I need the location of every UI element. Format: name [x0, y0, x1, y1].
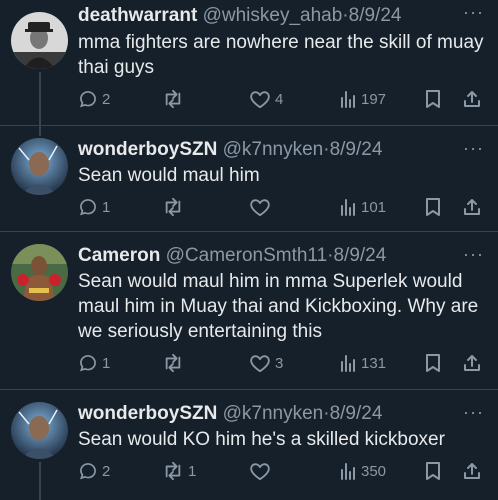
bookmark-button[interactable] [424, 350, 442, 376]
share-button[interactable] [462, 458, 482, 484]
views-button[interactable]: 197 [339, 86, 386, 112]
reply-button[interactable]: 1 [78, 194, 110, 220]
tweet-header: deathwarrant @whiskey_ahab·8/9/24 [78, 4, 458, 28]
like-button[interactable]: 4 [249, 86, 283, 112]
reply-icon [78, 461, 98, 481]
reply-icon [78, 353, 98, 373]
heart-icon [249, 89, 271, 109]
timestamp[interactable]: 8/9/24 [330, 403, 383, 424]
views-button[interactable]: 350 [339, 458, 386, 484]
view-count: 101 [361, 198, 387, 216]
tweet-header: wonderboySZN @k7nnyken·8/9/24 [78, 138, 458, 162]
tweet-text: Sean would KO him he's a skilled kickbox… [78, 429, 445, 450]
like-count: 4 [275, 90, 284, 108]
share-button[interactable] [462, 86, 482, 112]
tweet-header: wonderboySZN @k7nnyken·8/9/24 [78, 402, 458, 426]
views-icon [339, 197, 357, 217]
avatar[interactable] [11, 12, 68, 69]
retweet-button[interactable] [162, 350, 188, 376]
avatar[interactable] [11, 138, 68, 195]
reply-icon [78, 197, 98, 217]
display-name[interactable]: deathwarrant [78, 5, 197, 26]
bookmark-button[interactable] [424, 194, 442, 220]
bookmark-button[interactable] [424, 86, 442, 112]
retweet-count: 1 [188, 462, 197, 480]
like-button[interactable]: 3 [249, 350, 283, 376]
share-icon [462, 197, 482, 217]
bookmark-button[interactable] [424, 458, 442, 484]
bookmark-icon [424, 461, 442, 481]
more-options-icon[interactable]: ··· [463, 244, 484, 265]
tweet[interactable]: deathwarrant @whiskey_ahab·8/9/24 ··· mm… [0, 0, 498, 126]
more-options-icon[interactable]: ··· [463, 2, 484, 23]
view-count: 131 [361, 354, 387, 372]
display-name[interactable]: wonderboySZN [78, 403, 217, 424]
retweet-icon [162, 89, 184, 109]
tweet-text: Sean would maul him in mma Superlek woul… [78, 271, 479, 342]
reply-icon [78, 89, 98, 109]
avatar[interactable] [11, 244, 68, 301]
share-icon [462, 89, 482, 109]
tweet[interactable]: wonderboySZN @k7nnyken·8/9/24 ··· Sean w… [0, 126, 498, 232]
avatar[interactable] [11, 402, 68, 459]
display-name[interactable]: Cameron [78, 245, 160, 266]
share-button[interactable] [462, 194, 482, 220]
retweet-button[interactable]: 1 [162, 458, 196, 484]
handle[interactable]: @k7nnyken [223, 403, 324, 424]
display-name[interactable]: wonderboySZN [78, 139, 217, 160]
thread-line [39, 126, 41, 136]
bookmark-icon [424, 197, 442, 217]
like-count: 3 [275, 354, 284, 372]
tweet[interactable]: wonderboySZN @k7nnyken·8/9/24 ··· Sean w… [0, 390, 498, 500]
tweet-text: Sean would maul him [78, 165, 260, 186]
retweet-button[interactable] [162, 194, 188, 220]
action-bar: 2 4 197 [0, 86, 498, 112]
tweet-text: mma fighters are nowhere near the skill … [78, 32, 484, 78]
action-bar: 1 3 131 [0, 350, 498, 376]
tweet[interactable]: Cameron @CameronSmth11·8/9/24 ··· Sean w… [0, 232, 498, 390]
retweet-icon [162, 353, 184, 373]
heart-icon [249, 197, 271, 217]
reply-count: 1 [102, 354, 111, 372]
retweet-icon [162, 197, 184, 217]
share-icon [462, 461, 482, 481]
views-icon [339, 461, 357, 481]
retweet-button[interactable] [162, 86, 188, 112]
reply-count: 2 [102, 462, 111, 480]
view-count: 197 [361, 90, 387, 108]
share-button[interactable] [462, 350, 482, 376]
handle[interactable]: @CameronSmth11 [166, 245, 328, 266]
view-count: 350 [361, 462, 387, 480]
like-button[interactable] [249, 194, 275, 220]
timestamp[interactable]: 8/9/24 [349, 5, 402, 26]
retweet-icon [162, 461, 184, 481]
reply-count: 2 [102, 90, 111, 108]
views-icon [339, 353, 357, 373]
share-icon [462, 353, 482, 373]
more-options-icon[interactable]: ··· [463, 402, 484, 423]
views-button[interactable]: 101 [339, 194, 386, 220]
handle[interactable]: @k7nnyken [223, 139, 324, 160]
heart-icon [249, 461, 271, 481]
reply-thread: deathwarrant @whiskey_ahab·8/9/24 ··· mm… [0, 0, 498, 500]
action-bar: 1 101 [0, 194, 498, 220]
reply-button[interactable]: 2 [78, 86, 110, 112]
reply-count: 1 [102, 198, 111, 216]
views-icon [339, 89, 357, 109]
timestamp[interactable]: 8/9/24 [333, 245, 386, 266]
handle[interactable]: @whiskey_ahab [203, 5, 343, 26]
tweet-header: Cameron @CameronSmth11·8/9/24 [78, 244, 458, 268]
reply-button[interactable]: 1 [78, 350, 110, 376]
timestamp[interactable]: 8/9/24 [330, 139, 383, 160]
like-button[interactable] [249, 458, 275, 484]
reply-button[interactable]: 2 [78, 458, 110, 484]
heart-icon [249, 353, 271, 373]
bookmark-icon [424, 353, 442, 373]
action-bar: 2 1 350 [0, 458, 498, 484]
bookmark-icon [424, 89, 442, 109]
views-button[interactable]: 131 [339, 350, 386, 376]
more-options-icon[interactable]: ··· [463, 138, 484, 159]
